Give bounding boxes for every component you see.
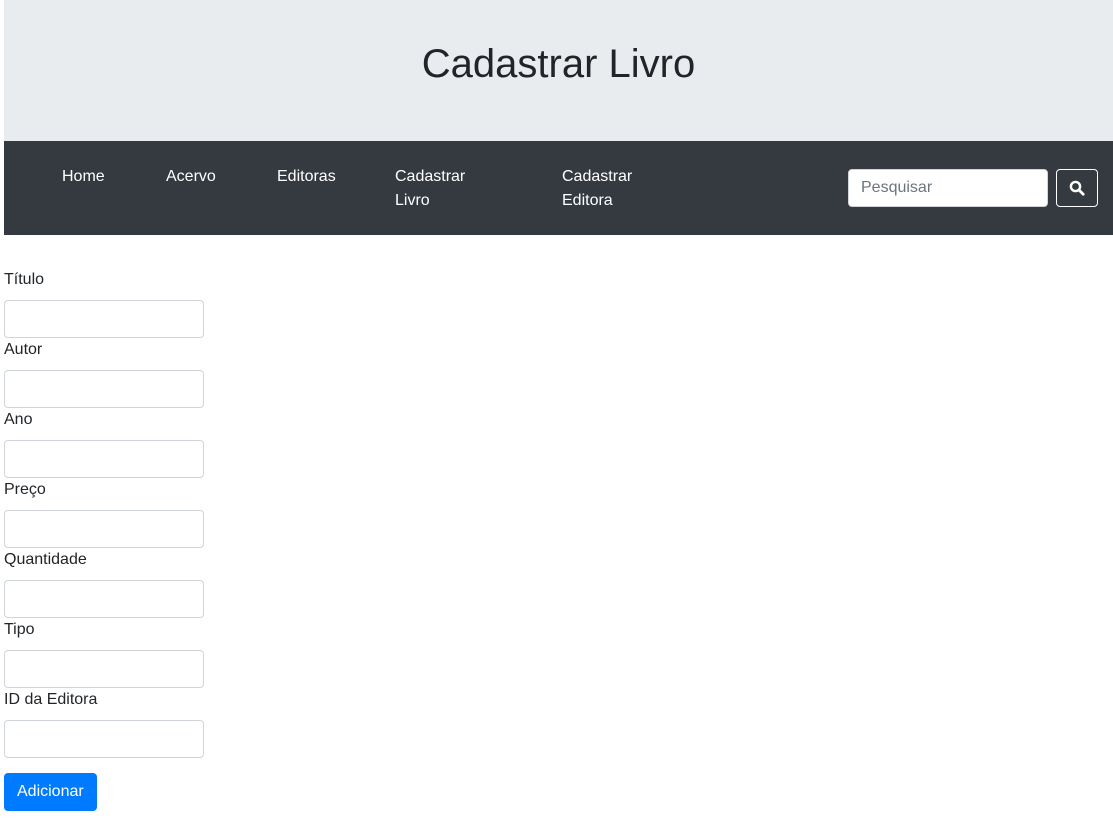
id-editora-input[interactable] xyxy=(4,720,204,758)
nav-link-home[interactable]: Home xyxy=(62,165,105,189)
tipo-input[interactable] xyxy=(4,650,204,688)
field-label: Título xyxy=(4,271,45,288)
field-preco: Preço xyxy=(4,478,204,548)
nav-link-cadastrar-editora[interactable]: Cadastrar Editora xyxy=(562,165,652,213)
page-title: Cadastrar Livro xyxy=(421,41,696,86)
field-id-editora: ID da Editora xyxy=(4,688,204,758)
field-label: Ano xyxy=(4,411,33,428)
nav-link-editoras[interactable]: Editoras xyxy=(277,165,336,189)
field-label: Autor xyxy=(4,341,43,358)
field-label: Preço xyxy=(4,481,46,498)
navbar: Home Acervo Editoras Cadastrar Livro Cad… xyxy=(4,141,1113,235)
nav-link-cadastrar-livro[interactable]: Cadastrar Livro xyxy=(395,165,485,213)
nav-link-label-line1: Cadastrar xyxy=(395,168,466,185)
search-icon xyxy=(1069,180,1085,196)
titulo-input[interactable] xyxy=(4,300,204,338)
page-header: Cadastrar Livro xyxy=(4,0,1113,141)
autor-input[interactable] xyxy=(4,370,204,408)
preco-input[interactable] xyxy=(4,510,204,548)
field-ano: Ano xyxy=(4,408,204,478)
nav-link-label-line2: Livro xyxy=(395,192,430,209)
field-quantidade: Quantidade xyxy=(4,548,204,618)
field-label: Tipo xyxy=(4,621,35,638)
field-titulo: Título xyxy=(4,268,204,338)
quantidade-input[interactable] xyxy=(4,580,204,618)
field-label: ID da Editora xyxy=(4,691,98,708)
ano-input[interactable] xyxy=(4,440,204,478)
nav-link-label-line1: Cadastrar xyxy=(562,168,633,185)
nav-link-label-line2: Editora xyxy=(562,192,613,209)
adicionar-button[interactable]: Adicionar xyxy=(4,773,97,811)
nav-link-acervo[interactable]: Acervo xyxy=(166,165,216,189)
book-form: Título Autor Ano Preço Quantidade Tipo I… xyxy=(4,268,204,758)
search-input[interactable] xyxy=(848,169,1048,207)
search-button[interactable] xyxy=(1056,169,1098,207)
field-tipo: Tipo xyxy=(4,618,204,688)
field-label: Quantidade xyxy=(4,551,87,568)
field-autor: Autor xyxy=(4,338,204,408)
